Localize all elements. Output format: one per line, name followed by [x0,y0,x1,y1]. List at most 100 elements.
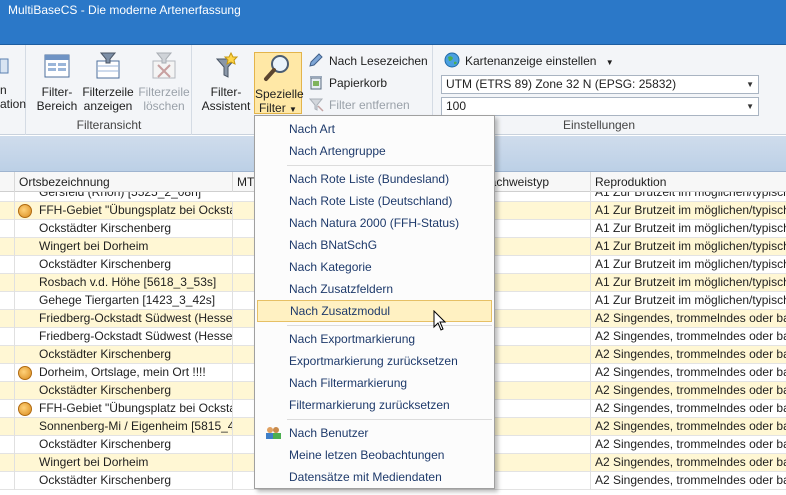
menu-item-label: Nach Filtermarkierung [289,376,408,390]
trash-icon [310,76,322,90]
cell-ortsbezeichnung: Ockstädter Kirschenberg [14,436,232,454]
cell-reproduktion: A2 Singendes, trommelndes oder bal [590,436,786,454]
kartenanzeige-label: Kartenanzeige einstellen [465,54,597,68]
filteransicht-group-label: Filteransicht [76,118,142,132]
cell-ortsbezeichnung: Friedberg-Ockstadt Südwest (Hesse [14,310,232,328]
menu-item[interactable]: Nach Zusatzmodul [257,300,492,322]
menu-item[interactable]: Nach Natura 2000 (FFH-Status) [257,212,492,234]
magnifier-icon [264,55,289,81]
nach-lesezeichen-label: Nach Lesezeichen [329,54,428,68]
column-header-ortsbezeichnung[interactable]: Ortsbezeichnung [14,172,232,192]
menu-item-label: Datensätze mit Mediendaten [289,470,442,484]
menu-item[interactable]: Meine letzen Beobachtungen [257,444,492,466]
filter-bereich-line2: Bereich [36,99,78,113]
ribbon-tab-strip [0,20,786,45]
papierkorb-label: Papierkorb [329,76,388,90]
cell-ortsbezeichnung: Ockstädter Kirschenberg [14,382,232,400]
cell-ortsbezeichnung: Ockstädter Kirschenberg [14,256,232,274]
ribbon-group-filteransicht: Filter- Bereich Filterzeile anzeigen Fil… [27,45,192,135]
menu-item[interactable]: Nach BNatSchG [257,234,492,256]
cell-ortsbezeichnung: Dorheim, Ortslage, mein Ort !!!! [14,364,232,382]
nach-lesezeichen-button[interactable]: Nach Lesezeichen [308,51,428,71]
cell-ortsbezeichnung: Ockstädter Kirschenberg [14,472,232,490]
filterzeile-loeschen-line1: Filterzeile [138,85,190,99]
menu-item[interactable]: Nach Rote Liste (Deutschland) [257,190,492,212]
menu-separator [287,325,492,326]
menu-item[interactable]: Nach Kategorie [257,256,492,278]
menu-item[interactable]: Exportmarkierung zurücksetzen [257,350,492,372]
cell-ortsbezeichnung: Sonnenberg-Mi / Eigenheim [5815_4 [14,418,232,436]
cell-reproduktion: A2 Singendes, trommelndes oder bal [590,364,786,382]
scale-value: 100 [446,99,467,113]
cell-ortsbezeichnung: Wingert bei Dorheim [14,454,232,472]
menu-item-label: Nach Natura 2000 (FFH-Status) [289,216,460,230]
globe-icon [444,52,460,68]
filter-entfernen-label: Filter entfernen [329,98,410,112]
cell-ortsbezeichnung: FFH-Gebiet "Übungsplatz bei Ocksta [14,400,232,418]
cell-reproduktion: A2 Singendes, trommelndes oder bal [590,310,786,328]
spezielle-filter-line2: Filter [259,101,286,115]
menu-item-label: Filtermarkierung zurücksetzen [289,398,450,412]
scale-select[interactable]: 100 ▼ [441,97,759,116]
cell-reproduktion: A2 Singendes, trommelndes oder bal [590,400,786,418]
cell-ortsbezeichnung: FFH-Gebiet "Übungsplatz bei Ocksta [14,202,232,220]
menu-item[interactable]: Nach Artengruppe [257,140,492,162]
cell-ortsbezeichnung: Gersfeld (Rhön) [5525_2_08n] [14,192,232,202]
pen-icon [309,53,323,67]
cell-reproduktion: A1 Zur Brutzeit im möglichen/typisch [590,202,786,220]
ribbon-group-partial: n ation [0,45,26,135]
papierkorb-button[interactable]: Papierkorb [308,73,387,93]
cell-reproduktion: A2 Singendes, trommelndes oder bal [590,418,786,436]
spezielle-filter-line1: Spezielle [255,87,304,101]
cell-ortsbezeichnung: Wingert bei Dorheim [14,238,232,256]
filter-assistent-button[interactable]: Filter- Assistent [199,51,253,117]
filter-area-icon [44,54,70,78]
mouse-cursor-icon [433,310,447,331]
menu-item[interactable]: Nach Filtermarkierung [257,372,492,394]
spezielle-filter-button[interactable]: Spezielle Filter ▼ [254,52,304,115]
filter-remove-icon [308,98,324,112]
cell-reproduktion: A1 Zur Brutzeit im möglichen/typisch [590,220,786,238]
partial-button-label[interactable]: ation [0,97,26,111]
menu-item[interactable]: Nach Benutzer [257,422,492,444]
cell-ortsbezeichnung: Ockstädter Kirschenberg [14,220,232,238]
chevron-down-icon: ▼ [605,58,614,67]
menu-item[interactable]: Nach Exportmarkierung [257,328,492,350]
projection-select[interactable]: UTM (ETRS 89) Zone 32 N (EPSG: 25832) ▼ [441,75,759,94]
menu-item[interactable]: Datensätze mit Mediendaten [257,466,492,488]
menu-item[interactable]: Nach Rote Liste (Bundesland) [257,168,492,190]
filter-entfernen-button[interactable]: Filter entfernen [308,95,410,115]
column-header-reproduktion[interactable]: Reproduktion [590,172,786,192]
filter-bereich-line1: Filter- [41,85,73,99]
menu-item-label: Nach Rote Liste (Deutschland) [289,194,453,208]
cell-reproduktion: A2 Singendes, trommelndes oder bal [590,382,786,400]
filterzeile-loeschen-button[interactable]: Filterzeile löschen [137,51,191,117]
menu-item-label: Nach Zusatzmodul [290,304,391,318]
cell-reproduktion: A2 Singendes, trommelndes oder bal [590,454,786,472]
spezielle-filter-menu: Nach Art Nach Artengruppe Nach Rote Liste … [254,115,495,489]
column-header-mtb[interactable]: MTB [232,172,256,192]
menu-item-label: Nach Kategorie [289,260,372,274]
menu-item[interactable]: Nach Art [257,118,492,140]
cell-reproduktion: A1 Zur Brutzeit im möglichen/typisch [590,238,786,256]
cell-ortsbezeichnung: Ockstädter Kirschenberg [14,346,232,364]
cell-reproduktion: A2 Singendes, trommelndes oder bal [590,472,786,490]
kartenanzeige-button[interactable]: Kartenanzeige einstellen ▼ [444,51,614,71]
menu-item-label: Nach Benutzer [289,426,369,440]
menu-item-label: Meine letzen Beobachtungen [289,448,445,462]
menu-item-label: Nach Art [289,122,336,136]
filter-row-delete-icon [152,52,176,79]
filter-wizard-icon [215,51,239,78]
cell-reproduktion: A1 Zur Brutzeit im möglichen/typisch [590,292,786,310]
menu-item[interactable]: Filtermarkierung zurücksetzen [257,394,492,416]
window-title: MultiBaseCS - Die moderne Artenerfassung [0,0,786,20]
partial-icon [0,58,9,74]
menu-separator [287,165,492,166]
menu-item[interactable]: Nach Zusatzfeldern [257,278,492,300]
menu-item-label: Nach Rote Liste (Bundesland) [289,172,450,186]
cell-reproduktion: A1 Zur Brutzeit im möglichen/typisch [590,274,786,292]
filter-bereich-button[interactable]: Filter- Bereich [35,51,79,117]
filterzeile-anzeigen-button[interactable]: Filterzeile anzeigen [81,51,135,117]
dropdown-arrow-icon: ▼ [746,102,754,111]
menu-item-label: Nach BNatSchG [289,238,378,252]
